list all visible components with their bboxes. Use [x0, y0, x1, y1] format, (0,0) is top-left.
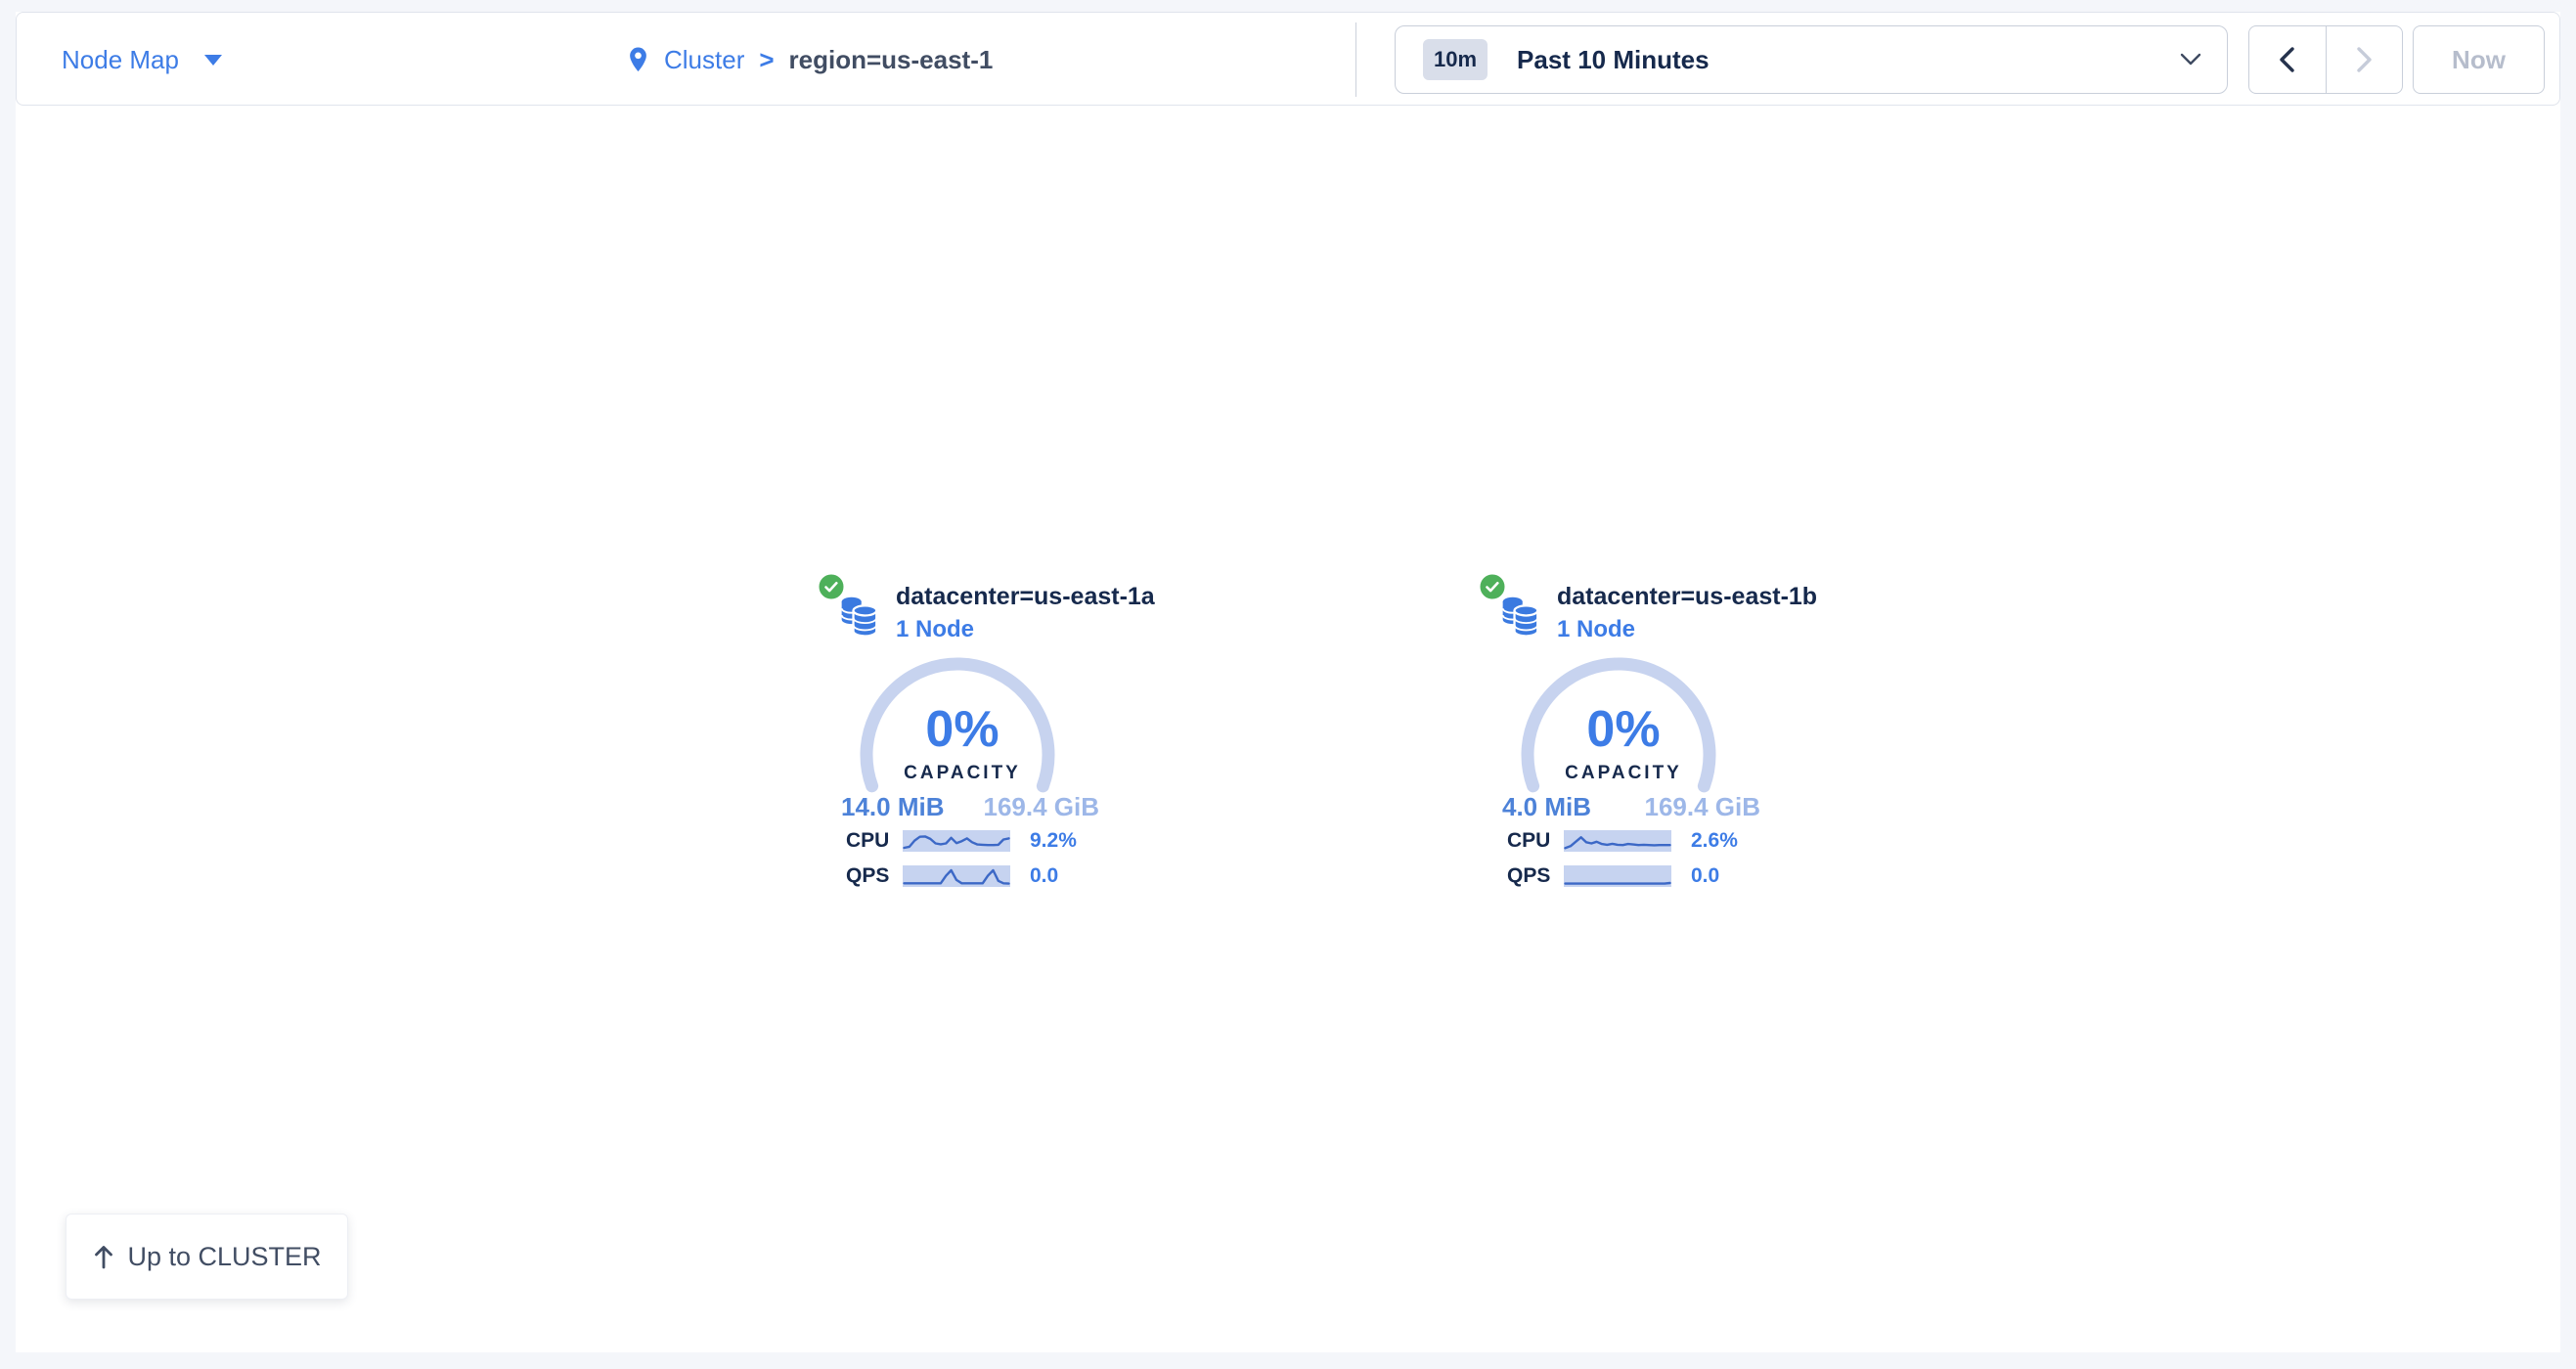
cpu-metric-row: CPU 2.6% — [1507, 830, 1738, 852]
view-selector-dropdown[interactable]: Node Map — [62, 13, 222, 107]
breadcrumb-cluster-link[interactable]: Cluster — [664, 45, 744, 75]
cpu-label: CPU — [846, 829, 903, 853]
toolbar: Node Map Cluster > region=us-east-1 10m … — [16, 12, 2560, 106]
capacity-values: 4.0 MiB 169.4 GiB — [1502, 792, 1760, 822]
cpu-value: 9.2% — [1030, 829, 1077, 853]
qps-sparkline — [903, 865, 1010, 887]
capacity-percent: 0% — [1462, 700, 1785, 759]
chevron-right-icon — [2356, 47, 2373, 72]
time-range-badge: 10m — [1423, 39, 1488, 80]
locality-card-us-east-1a[interactable]: datacenter=us-east-1a 1 Node 0% CAPACITY… — [801, 575, 1124, 917]
capacity-values: 14.0 MiB 169.4 GiB — [841, 792, 1099, 822]
chevron-down-icon — [2180, 53, 2201, 66]
time-prev-button[interactable] — [2249, 26, 2327, 93]
node-map-panel: Node Map Cluster > region=us-east-1 10m … — [16, 12, 2560, 1352]
chevron-left-icon — [2279, 47, 2295, 72]
locality-node-count: 1 Node — [896, 616, 974, 643]
database-stack-icon — [1499, 591, 1540, 640]
capacity-used: 14.0 MiB — [841, 792, 945, 822]
database-stack-icon — [838, 591, 879, 640]
qps-value: 0.0 — [1691, 864, 1719, 888]
capacity-caption: CAPACITY — [801, 763, 1124, 784]
qps-label: QPS — [846, 864, 903, 888]
qps-metric-row: QPS 0.0 — [1507, 865, 1719, 887]
capacity-usable: 169.4 GiB — [983, 792, 1099, 822]
cpu-value: 2.6% — [1691, 829, 1738, 853]
qps-sparkline — [1564, 865, 1671, 887]
toolbar-divider — [1355, 22, 1356, 97]
capacity-usable: 169.4 GiB — [1644, 792, 1760, 822]
up-to-cluster-label: Up to CLUSTER — [127, 1242, 321, 1272]
time-nav-group — [2248, 25, 2403, 94]
caret-down-icon — [204, 55, 222, 66]
qps-metric-row: QPS 0.0 — [846, 865, 1058, 887]
cpu-sparkline — [903, 830, 1010, 852]
location-pin-icon — [627, 46, 649, 73]
breadcrumb-separator: > — [759, 45, 774, 75]
breadcrumb-current: region=us-east-1 — [789, 45, 994, 75]
now-button[interactable]: Now — [2413, 25, 2545, 94]
qps-value: 0.0 — [1030, 864, 1058, 888]
view-selector-label: Node Map — [62, 45, 179, 75]
time-range-label: Past 10 Minutes — [1517, 45, 2180, 75]
capacity-caption: CAPACITY — [1462, 763, 1785, 784]
time-range-dropdown[interactable]: 10m Past 10 Minutes — [1395, 25, 2228, 94]
locality-node-count: 1 Node — [1557, 616, 1635, 643]
breadcrumb: Cluster > region=us-east-1 — [627, 13, 993, 107]
cpu-sparkline — [1564, 830, 1671, 852]
capacity-used: 4.0 MiB — [1502, 792, 1591, 822]
up-to-cluster-button[interactable]: Up to CLUSTER — [66, 1214, 348, 1300]
qps-label: QPS — [1507, 864, 1564, 888]
capacity-percent: 0% — [801, 700, 1124, 759]
up-arrow-icon — [92, 1244, 115, 1269]
cpu-label: CPU — [1507, 829, 1564, 853]
cpu-metric-row: CPU 9.2% — [846, 830, 1077, 852]
time-next-button[interactable] — [2327, 26, 2403, 93]
locality-title: datacenter=us-east-1b — [1557, 583, 1817, 611]
locality-card-us-east-1b[interactable]: datacenter=us-east-1b 1 Node 0% CAPACITY… — [1462, 575, 1785, 917]
locality-title: datacenter=us-east-1a — [896, 583, 1155, 611]
